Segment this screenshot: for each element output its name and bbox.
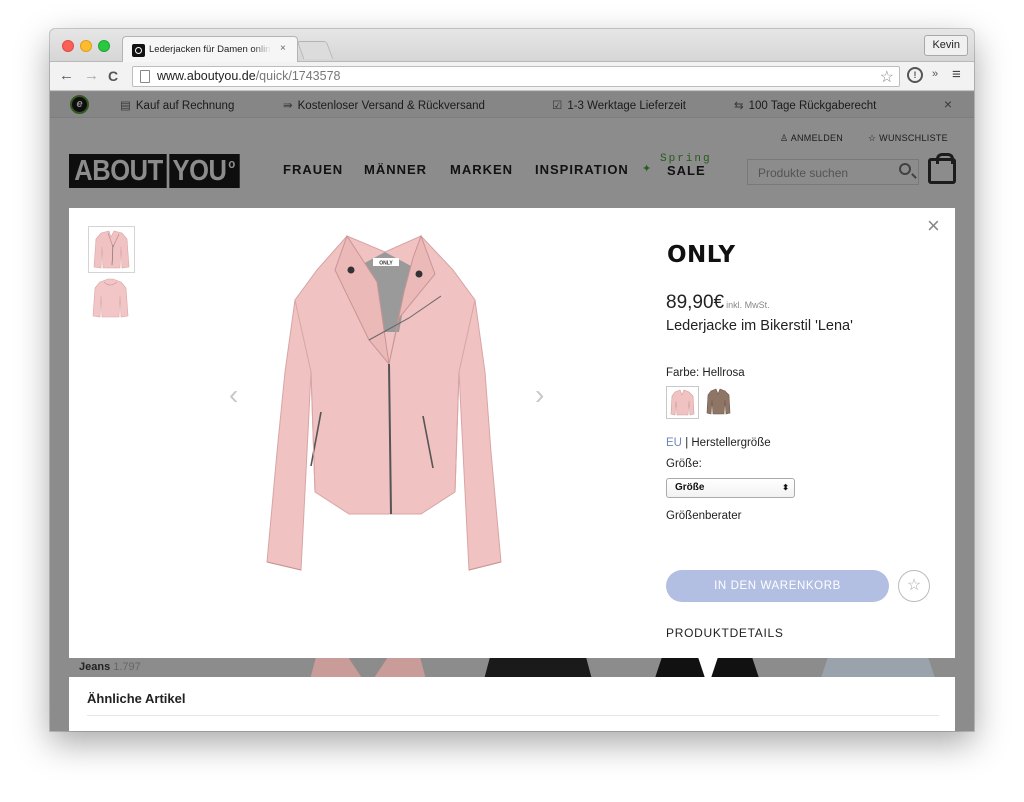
size-label: Größe: xyxy=(666,458,702,470)
add-to-cart-button[interactable]: IN DEN WARENKORB xyxy=(666,570,889,602)
tab-title: Lederjacken für Damen online kaufen xyxy=(149,44,271,55)
product-main-image: ONLY xyxy=(266,234,502,571)
brand-logo[interactable]: ONLY xyxy=(667,242,736,268)
size-select[interactable]: Größe ⬍ xyxy=(666,478,795,498)
page-icon xyxy=(140,70,150,83)
forward-arrow-icon[interactable]: → xyxy=(84,67,99,85)
site-favicon-icon xyxy=(132,44,145,57)
thumbnail-front[interactable] xyxy=(88,226,135,273)
color-label: Farbe: Hellrosa xyxy=(666,367,745,379)
product-name: Lederjacke im Bikerstil 'Lena' xyxy=(666,318,853,334)
tax-note: inkl. MwSt. xyxy=(726,300,770,310)
web-page: e ▤ Kauf auf Rechnung ⇛ Kostenloser Versan… xyxy=(50,92,974,731)
jacket-back-thumbnail-image xyxy=(92,278,129,318)
tab-close-icon[interactable]: × xyxy=(280,43,286,54)
browser-window: Lederjacken für Damen online kaufen × Ke… xyxy=(50,29,974,731)
taupe-jacket-swatch-image xyxy=(706,388,731,415)
close-window-button[interactable] xyxy=(62,40,74,52)
color-swatch-hellrosa[interactable] xyxy=(666,386,699,419)
address-bar[interactable]: www.aboutyou.de/quick/1743578 ☆ xyxy=(132,66,900,87)
color-swatch-taupe[interactable] xyxy=(703,386,736,419)
product-details-link[interactable]: PRODUKTDETAILS xyxy=(666,626,784,640)
size-guide-link[interactable]: Größenberater xyxy=(666,510,741,522)
minimize-window-button[interactable] xyxy=(80,40,92,52)
jacket-label-text: ONLY xyxy=(379,261,393,267)
size-system-manufacturer-link[interactable]: | Herstellergröße xyxy=(685,437,770,449)
similar-articles-title: Ähnliche Artikel xyxy=(87,691,186,706)
more-extensions-icon[interactable]: » xyxy=(932,68,938,80)
select-caret-icon: ⬍ xyxy=(782,483,789,492)
similar-articles-section: Ähnliche Artikel xyxy=(69,677,955,731)
size-system-toggle: EU | Herstellergröße xyxy=(666,437,771,449)
browser-tab[interactable]: Lederjacken für Damen online kaufen × xyxy=(122,36,298,63)
tab-strip: Lederjacken für Damen online kaufen × Ke… xyxy=(50,29,974,63)
size-system-eu-link[interactable]: EU xyxy=(666,437,682,449)
browser-toolbar: ← → C www.aboutyou.de/quick/1743578 ☆ ! … xyxy=(50,62,974,91)
url-text: www.aboutyou.de/quick/1743578 xyxy=(157,69,341,83)
previous-image-arrow-icon[interactable]: ‹ xyxy=(229,381,238,409)
close-icon[interactable]: × xyxy=(927,215,940,237)
reload-icon[interactable]: C xyxy=(108,67,118,85)
zoom-window-button[interactable] xyxy=(98,40,110,52)
add-to-wishlist-button[interactable]: ☆ xyxy=(898,570,930,602)
divider xyxy=(87,715,939,716)
product-price: 89,90€ inkl. MwSt. xyxy=(666,292,770,313)
jacket-thumbnail-image xyxy=(93,230,130,269)
quick-view-modal: × ‹ › ONLY ONLY 89,90€ inkl. MwSt. Leder… xyxy=(69,208,955,658)
back-arrow-icon[interactable]: ← xyxy=(59,67,74,85)
bookmark-star-icon[interactable]: ☆ xyxy=(880,67,894,87)
extension-icon[interactable]: ! xyxy=(907,67,923,83)
new-tab-button[interactable] xyxy=(296,41,334,59)
menu-icon[interactable]: ≡ xyxy=(952,67,961,83)
next-image-arrow-icon[interactable]: › xyxy=(535,381,544,409)
pink-jacket-swatch-image xyxy=(670,389,695,416)
profile-button[interactable]: Kevin xyxy=(924,35,968,56)
category-filter-jeans[interactable]: Jeans 1.797 xyxy=(79,661,141,673)
thumbnail-back[interactable] xyxy=(88,276,135,323)
